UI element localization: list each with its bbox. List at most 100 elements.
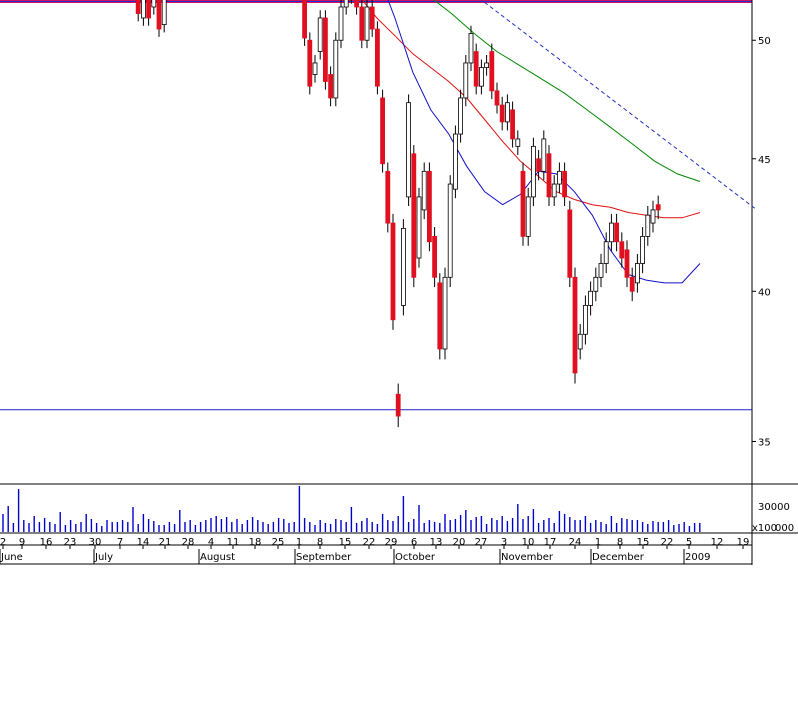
- candle-body: [317, 17, 323, 52]
- candle-body: [629, 276, 635, 292]
- month-label: December: [592, 552, 645, 563]
- candle-body: [624, 249, 630, 278]
- candle: [406, 94, 412, 206]
- x-day-label: 12: [711, 537, 724, 548]
- candle: [452, 125, 458, 199]
- x-day-label: 6: [411, 537, 417, 548]
- candle-body: [452, 133, 458, 190]
- candle-body: [583, 305, 588, 335]
- candle: [385, 162, 391, 233]
- candle-body: [494, 90, 500, 106]
- x-day-label: 3: [501, 537, 507, 548]
- stock-chart: 35404550556065707530000x1000002916233071…: [0, 0, 798, 720]
- x-day-label: 19: [737, 537, 750, 548]
- candle: [447, 175, 453, 288]
- x-day-label: 20: [453, 537, 466, 548]
- x-day-label: 29: [385, 537, 398, 548]
- candle-body: [531, 145, 536, 198]
- candle-body: [598, 263, 604, 278]
- candle-body: [151, 0, 157, 8]
- candle: [322, 10, 328, 90]
- candle-body: [473, 51, 479, 87]
- candle: [426, 162, 432, 252]
- candle: [333, 32, 339, 107]
- x-day-label: 7: [117, 537, 123, 548]
- candle-body: [614, 222, 619, 243]
- candle-body: [468, 33, 474, 64]
- candle: [572, 267, 578, 384]
- candle-body: [603, 241, 609, 264]
- candle-body: [510, 109, 516, 140]
- candle-body: [546, 153, 552, 198]
- candle-body: [640, 235, 645, 264]
- candle-body: [551, 183, 557, 198]
- candle-body: [504, 102, 510, 123]
- candle-body: [515, 138, 521, 147]
- candle-body: [619, 241, 625, 259]
- candle-body: [499, 104, 505, 123]
- x-day-label: 28: [182, 537, 195, 548]
- candle-body: [302, 0, 308, 39]
- x-day-label: 22: [363, 537, 376, 548]
- candle-body: [426, 170, 432, 243]
- candle-body: [588, 290, 593, 306]
- candle: [442, 267, 448, 360]
- candle-body: [380, 97, 386, 165]
- volume-unit-label: x100: [752, 523, 777, 534]
- candle-body: [655, 204, 661, 211]
- month-label: November: [501, 552, 554, 563]
- candle: [411, 145, 417, 288]
- candle-body: [161, 0, 167, 25]
- candle-body: [541, 138, 547, 172]
- candle: [437, 273, 443, 360]
- candle-body: [385, 170, 391, 224]
- candle-body: [395, 393, 401, 417]
- candle-body: [562, 170, 567, 198]
- candle-body: [411, 153, 417, 278]
- candle-body: [536, 158, 541, 172]
- candle-body: [400, 227, 406, 306]
- x-day-label: 13: [430, 537, 443, 548]
- candle-body: [557, 170, 562, 185]
- x-day-label: 4: [208, 537, 214, 548]
- candle-body: [577, 333, 583, 350]
- candle-body: [307, 39, 313, 87]
- candle-body: [374, 28, 380, 87]
- x-day-label: 22: [661, 537, 674, 548]
- candle-body: [416, 196, 422, 259]
- candle-body: [354, 0, 360, 8]
- candle-body: [432, 235, 438, 278]
- month-label: September: [296, 552, 352, 563]
- x-day-label: 14: [137, 537, 150, 548]
- candle-body: [359, 6, 365, 41]
- candle: [380, 89, 386, 173]
- x-day-label: 18: [249, 537, 262, 548]
- x-day-label: 2: [0, 537, 6, 548]
- candle-body: [146, 0, 152, 19]
- candle: [520, 162, 526, 246]
- candle-body: [421, 170, 427, 211]
- y-tick-label: 35: [758, 438, 771, 449]
- x-day-label: 17: [544, 537, 557, 548]
- y-tick-label: 45: [758, 155, 771, 166]
- candle-body: [437, 282, 443, 350]
- candle-body: [328, 74, 334, 99]
- x-day-label: 27: [475, 537, 488, 548]
- candle-body: [140, 0, 146, 19]
- x-day-label: 30: [89, 537, 102, 548]
- x-day-label: 23: [64, 537, 77, 548]
- candle: [489, 43, 495, 100]
- candle-body: [447, 183, 453, 278]
- candle-body: [572, 276, 578, 374]
- candle-body: [369, 6, 375, 30]
- x-day-label: 24: [569, 537, 582, 548]
- candle-body: [406, 102, 412, 198]
- candle-body: [463, 62, 469, 99]
- x-day-label: 1: [296, 537, 302, 548]
- month-label: August: [200, 552, 235, 563]
- x-day-label: 8: [317, 537, 323, 548]
- x-day-label: 15: [339, 537, 352, 548]
- candle-body: [343, 0, 349, 8]
- chart-canvas: 35404550556065707530000x1000002916233071…: [0, 0, 798, 720]
- month-label: June: [0, 552, 23, 563]
